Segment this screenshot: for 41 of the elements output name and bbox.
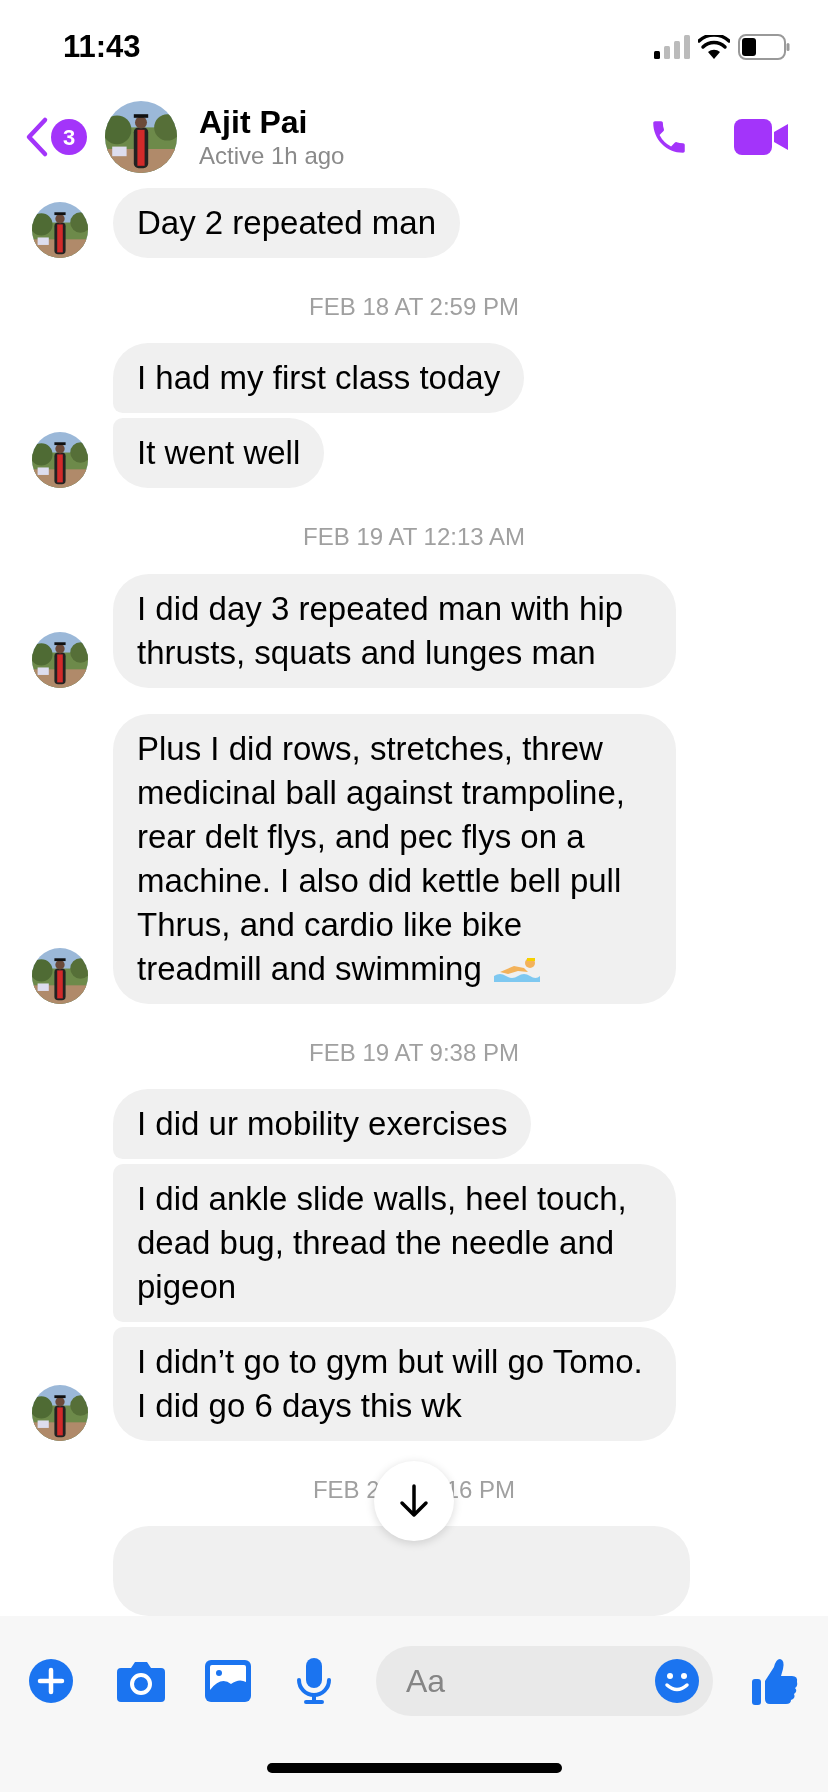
- plus-icon: [29, 1659, 73, 1703]
- like-button[interactable]: [752, 1657, 798, 1705]
- message-bubble: I did ankle slide walls, heel touch, dead bug, thread the needle and pigeon: [113, 1164, 676, 1323]
- message-input-field[interactable]: Aa: [376, 1646, 713, 1716]
- contact-name: Ajit Pai: [199, 103, 309, 141]
- avatar: [32, 202, 88, 258]
- image-icon: [205, 1660, 251, 1702]
- message-bubble: I did day 3 repeated man with hip thrusts, squats and lunges man: [113, 573, 676, 688]
- signal-icon: [654, 35, 690, 59]
- status-time: 11:43: [63, 27, 141, 66]
- message-bubble: I did ur mobility exercises: [113, 1089, 532, 1160]
- timestamp: FEB 19 AT 9:38 PM: [309, 1037, 519, 1068]
- gallery-button[interactable]: [205, 1660, 251, 1702]
- back-button[interactable]: 3: [25, 116, 87, 158]
- microphone-button[interactable]: [296, 1658, 332, 1704]
- add-button[interactable]: [29, 1659, 73, 1703]
- arrow-down-icon: [399, 1484, 429, 1519]
- timestamp: FEB 19 AT 12:13 AM: [303, 522, 525, 553]
- timestamp: FEB 18 AT 2:59 PM: [309, 291, 519, 322]
- wifi-icon: [698, 35, 730, 59]
- avatar: [32, 432, 88, 489]
- smiley-icon: [655, 1659, 699, 1703]
- back-chevron-icon: [25, 116, 49, 158]
- message-bubble: Plus I did rows, stretches, threw medicinal ball against trampoline, rear delt flys, and pec flys on a machine. I also did kettle bell pull Thrus, and cardio like bike treadmill and swimming: [113, 713, 676, 1004]
- message-bubble: Day 2 repeated man: [113, 188, 460, 258]
- camera-button[interactable]: [117, 1660, 165, 1702]
- microphone-icon: [296, 1658, 332, 1704]
- avatar: [32, 947, 88, 1004]
- message-input[interactable]: Aa: [406, 1657, 655, 1705]
- battery-icon: [738, 34, 790, 60]
- active-status: Active 1h ago: [199, 141, 345, 171]
- camera-icon: [117, 1660, 165, 1702]
- avatar: [32, 631, 88, 688]
- video-call-button[interactable]: [734, 119, 788, 155]
- thumbs-up-icon: [752, 1657, 798, 1705]
- video-camera-icon: [734, 119, 788, 155]
- message-bubble: I didn’t go to gym but will go Tomo. I did go 6 days this wk: [113, 1327, 676, 1442]
- unread-badge: 3: [51, 119, 87, 155]
- message-bubble: I had my first class today: [113, 343, 525, 414]
- avatar: [32, 1385, 88, 1442]
- message-bubble: It went well: [113, 418, 325, 489]
